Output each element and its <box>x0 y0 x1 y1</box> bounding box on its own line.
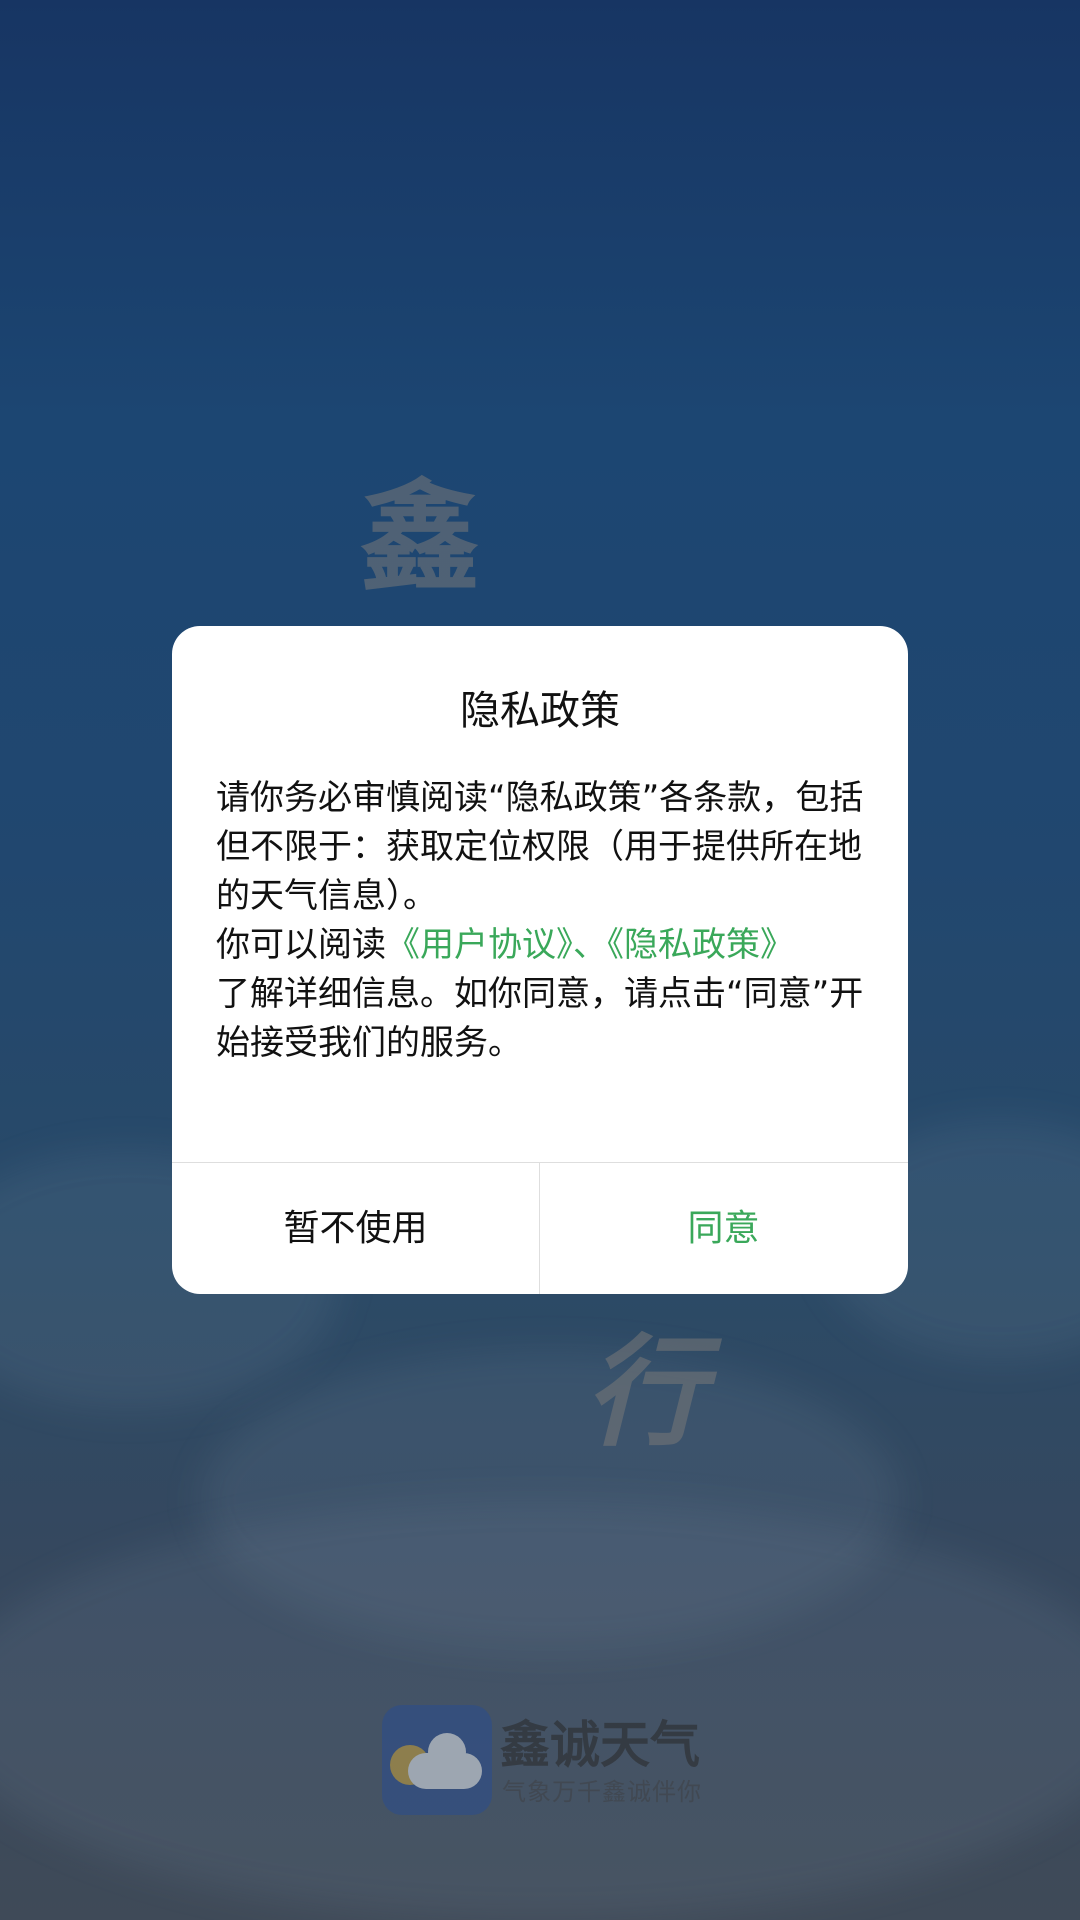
user-agreement-link[interactable]: 《用户协议》 <box>386 925 573 965</box>
weather-app-logo-icon <box>382 1705 492 1815</box>
splash-slogan: 气象万千鑫诚伴你 <box>502 1778 702 1806</box>
consent-instruction-text: 了解详细信息。如你同意，请点击“同意”开始接受我们的服务。 <box>216 974 864 1063</box>
privacy-policy-dialog: 隐私政策 请你务必审慎阅读“隐私政策”各条款，包括但不限于：获取定位权限（用于提… <box>172 626 908 1294</box>
read-prefix-text: 你可以阅读 <box>216 925 386 965</box>
privacy-policy-link[interactable]: 《隐私政策》 <box>607 925 794 965</box>
decline-button[interactable]: 暂不使用 <box>172 1163 539 1294</box>
privacy-notice-text: 请你务必审慎阅读“隐私政策”各条款，包括但不限于：获取定位权限（用于提供所在地的… <box>216 778 864 916</box>
splash-screen: 鑫 行 鑫诚天气 气象万千鑫诚伴你 隐私政策 请你务必审慎阅读“隐私政策”各条款… <box>0 0 1080 1920</box>
background-slogan-char: 行 <box>585 1324 705 1463</box>
dialog-title: 隐私政策 <box>460 688 620 734</box>
splash-app-name: 鑫诚天气 <box>500 1716 700 1774</box>
link-separator: 、 <box>573 925 607 965</box>
read-links-line: 你可以阅读《用户协议》、《隐私政策》 <box>216 921 866 970</box>
background-logo-char: 鑫 <box>360 469 480 608</box>
policy-links: 《用户协议》、《隐私政策》 <box>386 921 796 970</box>
agree-button[interactable]: 同意 <box>540 1163 907 1294</box>
dialog-body: 请你务必审慎阅读“隐私政策”各条款，包括但不限于：获取定位权限（用于提供所在地的… <box>216 774 866 1068</box>
cloud-icon <box>408 1733 482 1789</box>
